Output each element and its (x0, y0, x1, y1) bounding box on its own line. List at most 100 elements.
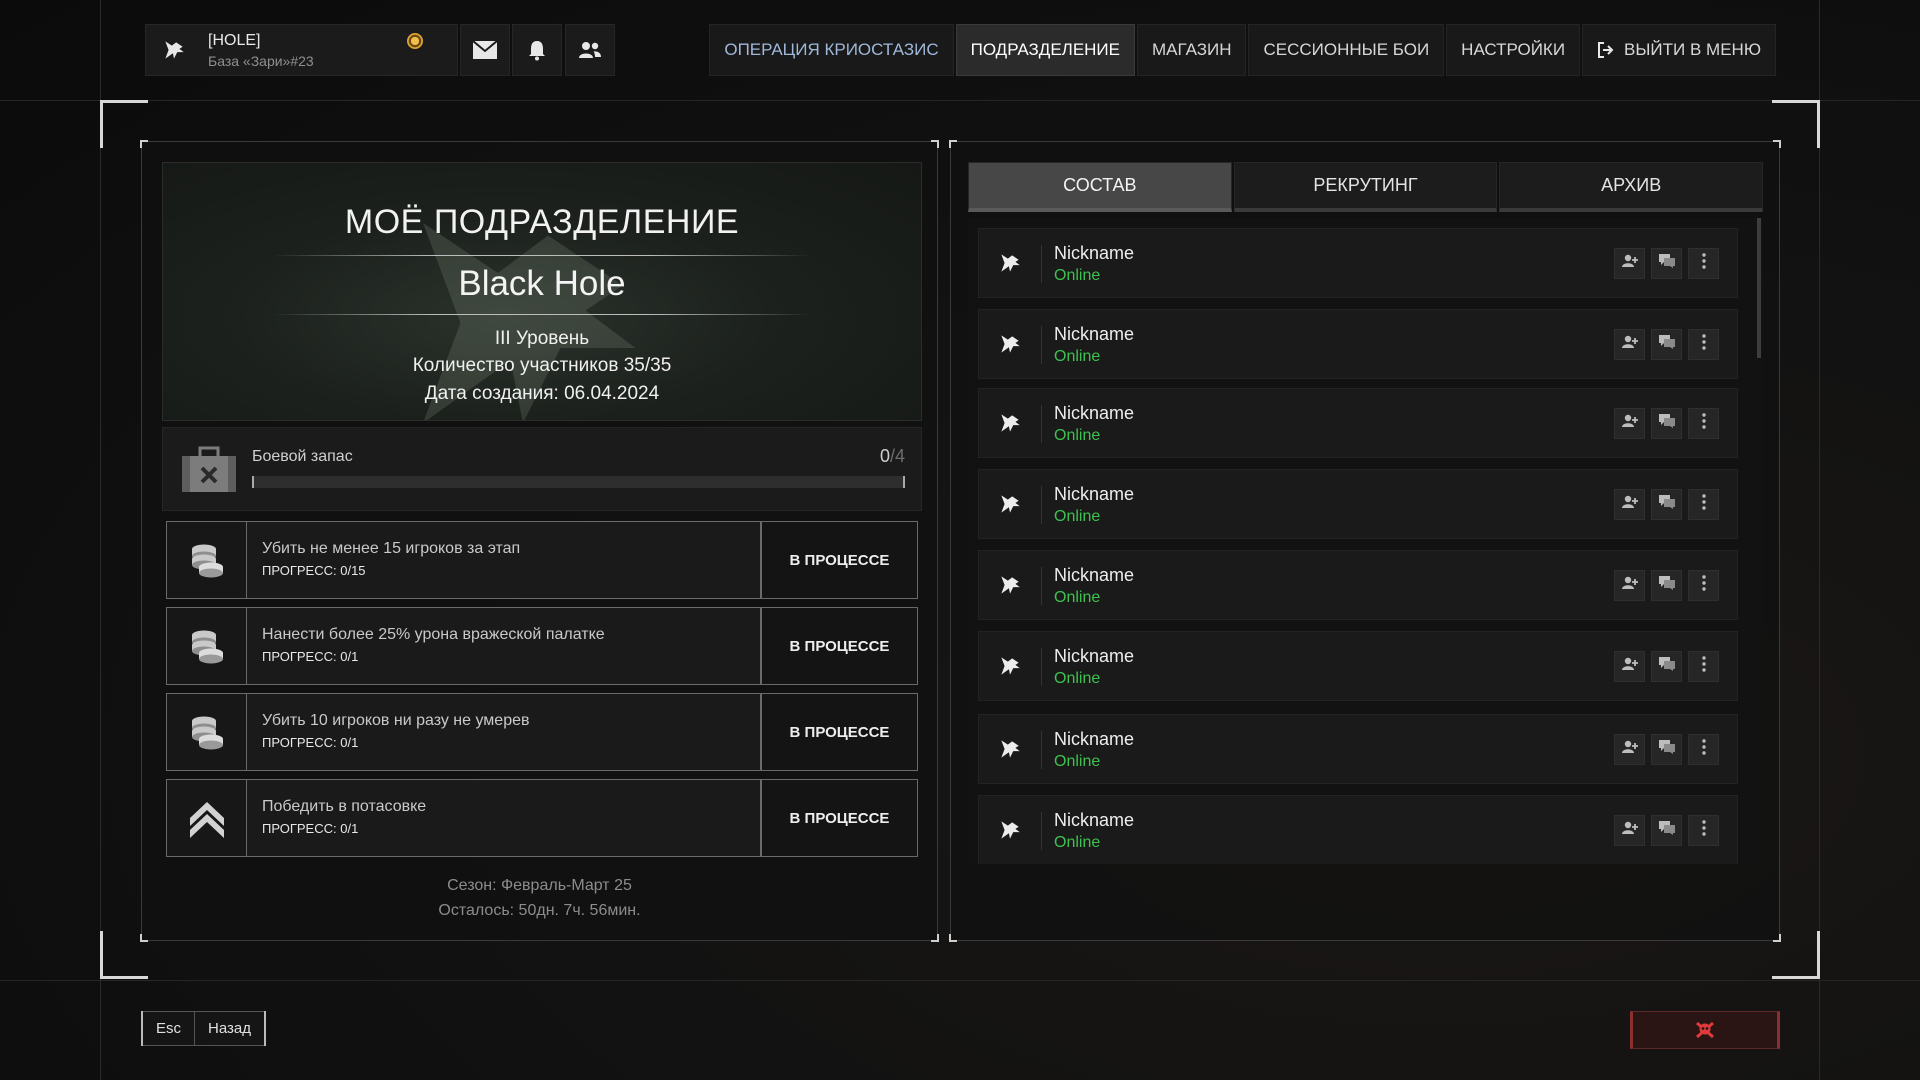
add-friend-button[interactable] (1614, 570, 1645, 601)
coins-icon (166, 607, 247, 685)
quest-title: Нанести более 25% урона вражеской палатк… (262, 626, 605, 643)
add-friend-button[interactable] (1614, 329, 1645, 360)
member-avatar-icon (997, 250, 1023, 281)
briefcase-icon (182, 446, 236, 492)
list-item[interactable]: Nickname Online (978, 228, 1738, 298)
message-button[interactable] (1651, 651, 1682, 682)
mail-icon (472, 40, 498, 59)
add-friend-button[interactable] (1614, 408, 1645, 439)
message-button[interactable] (1651, 734, 1682, 765)
quest-title: Убить 10 игроков ни разу не умерев (262, 712, 530, 729)
frame-line-right (1819, 0, 1820, 1080)
member-nickname: Nickname (1054, 729, 1135, 749)
member-list[interactable]: Nickname Online Nickname Online Nickname Onli… (968, 218, 1763, 864)
divider (1041, 731, 1042, 769)
member-nickname: Nickname (1054, 403, 1135, 423)
message-button[interactable] (1651, 815, 1682, 846)
quest-status-button[interactable]: В ПРОЦЕССЕ (761, 607, 918, 685)
more-options-button[interactable] (1688, 248, 1719, 279)
member-nickname: Nickname (1054, 646, 1135, 666)
add-friend-button[interactable] (1614, 734, 1645, 765)
nav-shop[interactable]: МАГАЗИН (1137, 24, 1247, 76)
member-actions (1614, 815, 1719, 846)
chat-icon (1658, 575, 1676, 596)
more-options-button[interactable] (1688, 815, 1719, 846)
member-nickname: Nickname (1054, 565, 1135, 585)
add-friend-button[interactable] (1614, 248, 1645, 279)
divider (1041, 486, 1042, 524)
add-user-icon (1621, 740, 1638, 759)
back-button[interactable]: Назад (194, 1011, 264, 1046)
quest-progress: ПРОГРЕСС: 0/15 (262, 563, 366, 578)
add-user-icon (1621, 657, 1638, 676)
message-button[interactable] (1651, 329, 1682, 360)
notifications-button[interactable] (512, 24, 562, 76)
quest-status-button[interactable]: В ПРОЦЕССЕ (761, 693, 918, 771)
friends-button[interactable] (565, 24, 615, 76)
tab-recruiting[interactable]: РЕКРУТИНГ (1233, 162, 1498, 212)
player-card[interactable]: [HOLE] База «Зари»#23 (145, 24, 458, 76)
nav-session-battles[interactable]: СЕССИОННЫЕ БОИ (1248, 24, 1445, 76)
member-list-scrollbar[interactable] (1757, 218, 1761, 358)
list-item[interactable]: Nickname Online (978, 795, 1738, 864)
leave-unit-button[interactable] (1630, 1011, 1780, 1049)
message-button[interactable] (1651, 408, 1682, 439)
divider (1041, 405, 1042, 443)
quest-info: Убить не менее 15 игроков за этап ПРОГРЕС… (247, 521, 761, 599)
unit-section-title: МОЁ ПОДРАЗДЕЛЕНИЕ (344, 203, 740, 241)
more-options-button[interactable] (1688, 329, 1719, 360)
frame-line-left (100, 0, 101, 1080)
member-avatar-icon (997, 653, 1023, 684)
more-options-button[interactable] (1688, 408, 1719, 439)
nav-unit[interactable]: ПОДРАЗДЕЛЕНИЕ (955, 24, 1135, 76)
more-options-button[interactable] (1688, 734, 1719, 765)
member-status: Online (1054, 427, 1101, 444)
list-item[interactable]: Nickname Online (978, 309, 1738, 379)
skull-crossbones-icon (1696, 1021, 1714, 1039)
members-tabs: СОСТАВ РЕКРУТИНГ АРХИВ (968, 162, 1764, 212)
message-button[interactable] (1651, 248, 1682, 279)
list-item[interactable]: Nickname Online (978, 388, 1738, 458)
nav-operation-cryostasis[interactable]: ОПЕРАЦИЯ КРИОСТАЗИС (709, 24, 954, 76)
add-friend-button[interactable] (1614, 651, 1645, 682)
message-button[interactable] (1651, 570, 1682, 601)
member-actions (1614, 408, 1719, 439)
member-avatar-icon (997, 736, 1023, 767)
list-item[interactable]: Nickname Online (978, 550, 1738, 620)
more-vertical-icon (1701, 334, 1706, 355)
list-item[interactable]: Nickname Online (978, 469, 1738, 539)
more-options-button[interactable] (1688, 570, 1719, 601)
add-friend-button[interactable] (1614, 489, 1645, 520)
quest-status-button[interactable]: В ПРОЦЕССЕ (761, 521, 918, 599)
member-status: Online (1054, 834, 1101, 851)
add-user-icon (1621, 335, 1638, 354)
member-avatar-icon (997, 410, 1023, 441)
combat-supply-count: 0/4 (879, 446, 905, 466)
nav-settings[interactable]: НАСТРОЙКИ (1446, 24, 1581, 76)
quest-status-button[interactable]: В ПРОЦЕССЕ (761, 779, 918, 857)
mail-button[interactable] (460, 24, 510, 76)
exit-to-menu-label: ВЫЙТИ В МЕНЮ (1624, 40, 1761, 59)
more-options-button[interactable] (1688, 489, 1719, 520)
list-item[interactable]: Nickname Online (978, 714, 1738, 784)
chat-icon (1658, 334, 1676, 355)
quest-row: Убить не менее 15 игроков за этап ПРОГРЕС… (166, 521, 918, 599)
member-status: Online (1054, 753, 1101, 770)
members-panel: СОСТАВ РЕКРУТИНГ АРХИВ Nickname Online Nic… (949, 140, 1781, 942)
list-item[interactable]: Nickname Online (978, 631, 1738, 701)
member-status: Online (1054, 348, 1101, 365)
add-friend-button[interactable] (1614, 815, 1645, 846)
season-name: Сезон: Февраль-Март 25 (447, 877, 632, 894)
exit-to-menu-button[interactable]: ВЫЙТИ В МЕНЮ (1582, 24, 1776, 76)
message-button[interactable] (1651, 489, 1682, 520)
member-status: Online (1054, 508, 1101, 525)
combat-supply-progress (252, 476, 905, 488)
tab-archive[interactable]: АРХИВ (1499, 162, 1764, 212)
member-nickname: Nickname (1054, 810, 1135, 830)
add-user-icon (1621, 254, 1638, 273)
more-options-button[interactable] (1688, 651, 1719, 682)
tab-roster[interactable]: СОСТАВ (968, 162, 1232, 212)
unit-info-card: МОЁ ПОДРАЗДЕЛЕНИЕ Black Hole III Уровень… (162, 162, 922, 421)
back-control[interactable]: Esc Назад (141, 1011, 266, 1046)
chat-icon (1658, 413, 1676, 434)
